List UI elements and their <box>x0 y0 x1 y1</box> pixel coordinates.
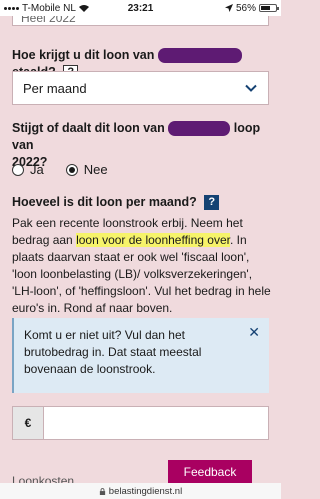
battery-icon <box>259 4 279 12</box>
salary-change-radio-group: Ja Nee <box>12 162 108 177</box>
feedback-button[interactable]: Feedback <box>168 460 252 483</box>
redaction-mark <box>157 48 242 64</box>
info-box: Komt u er niet uit? Vul dan het brutobed… <box>12 318 269 393</box>
question-monthly-amount: Hoeveel is dit loon per maand? ? <box>12 194 220 211</box>
help-icon[interactable]: ? <box>204 195 220 211</box>
close-icon[interactable]: ✕ <box>248 324 260 341</box>
radio-circle-selected[interactable] <box>65 163 78 176</box>
highlighted-text: loon voor de loonheffing over <box>76 233 230 247</box>
radio-circle[interactable] <box>12 163 24 176</box>
lock-icon <box>99 487 105 495</box>
status-bar: T-Mobile NL 23:21 56% <box>0 0 281 16</box>
signal-icon <box>4 6 19 10</box>
instruction-text: Pak een recente loonstrook erbij. Neem h… <box>12 216 271 315</box>
radio-ja[interactable]: Ja <box>12 162 44 177</box>
battery-percent: 56% <box>235 2 256 14</box>
amount-field: € <box>12 406 269 440</box>
amount-input[interactable] <box>44 407 268 439</box>
chevron-down-icon <box>245 84 257 92</box>
payment-frequency-select[interactable]: Per maand <box>12 71 269 105</box>
wifi-icon <box>78 5 89 12</box>
euro-prefix: € <box>13 407 44 439</box>
carrier-label: T-Mobile NL <box>22 2 76 14</box>
redaction-mark <box>168 121 231 137</box>
location-icon <box>224 4 233 12</box>
address-bar[interactable]: belastingdienst.nl <box>0 483 281 499</box>
status-time: 23:21 <box>127 2 154 14</box>
info-box-text: Komt u er niet uit? Vul dan het brutobed… <box>24 328 202 376</box>
payment-frequency-value: Per maand <box>23 80 87 96</box>
url-text: belastingdienst.nl <box>108 485 183 497</box>
radio-nee[interactable]: Nee <box>65 162 108 177</box>
